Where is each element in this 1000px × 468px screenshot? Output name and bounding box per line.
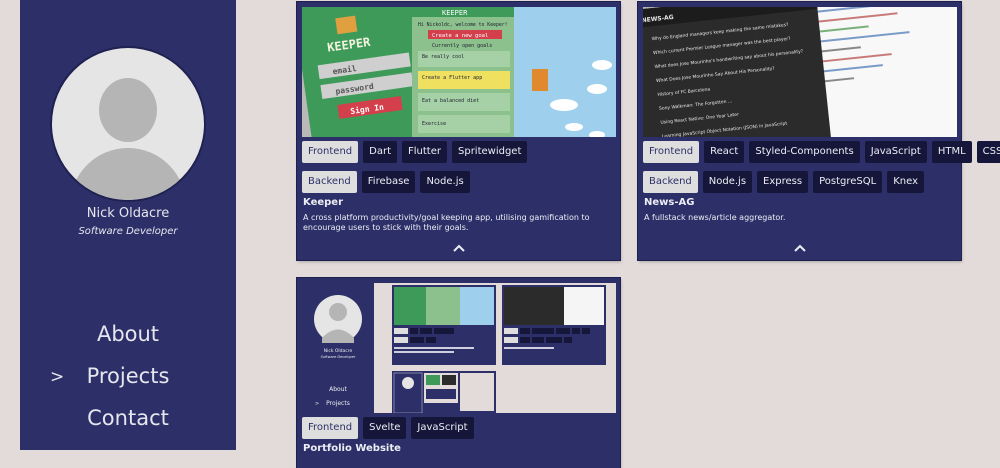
tag-javascript: JavaScript: [411, 417, 474, 439]
frontend-label: Frontend: [302, 417, 359, 439]
tag-nodejs: Node.js: [420, 171, 470, 193]
project-card-news-ag: NEWS-AG Why do England managers keep mak…: [638, 2, 1000, 260]
mini-nav-projects: Projects: [326, 400, 350, 407]
profile-name: Nick Oldacre: [86, 206, 170, 221]
keeper-create-text: Create a new goal: [432, 33, 488, 39]
news-ag-backend-tags: Backend Node.js Express PostgreSQL Knex: [643, 171, 924, 193]
keeper-frontend-tags: Frontend Dart Flutter Spritewidget: [302, 141, 528, 163]
avatar: [52, 48, 204, 200]
tag-express: Express: [757, 171, 809, 193]
portfolio-frontend-tags: Frontend Svelte JavaScript: [302, 417, 474, 439]
tag-firebase: Firebase: [361, 171, 416, 193]
nav-item-about[interactable]: About: [20, 322, 236, 346]
nav-item-contact[interactable]: Contact: [20, 406, 236, 430]
tag-react: React: [704, 141, 745, 163]
mini-nav-about: About: [329, 386, 347, 393]
project-description: A fullstack news/article aggregator.: [644, 213, 786, 222]
collapse-chevron-icon[interactable]: [638, 243, 961, 256]
keeper-backend-tags: Backend Firebase Node.js: [302, 171, 470, 193]
keeper-open-text: Currently open goals: [432, 43, 492, 49]
project-card-keeper: KEEPER email password Sign In KEEPER Hi …: [297, 2, 620, 260]
keeper-goal-2: Create a Flutter app: [422, 75, 482, 81]
news-ag-frontend-tags: Frontend React Styled-Components JavaScr…: [643, 141, 1000, 163]
nav-item-projects[interactable]: Projects: [20, 364, 236, 388]
tag-spritewidget: Spritewidget: [452, 141, 528, 163]
keeper-goal-4: Exercise: [422, 121, 446, 127]
mini-profile-name: Nick Oldacre: [324, 348, 353, 354]
backend-label: Backend: [643, 171, 698, 193]
tag-javascript: JavaScript: [864, 141, 927, 163]
frontend-label: Frontend: [302, 141, 359, 163]
collapse-chevron-icon[interactable]: [297, 243, 620, 256]
project-title: Portfolio Website: [303, 443, 401, 454]
keeper-welcome-text: Hi Nickoldc, welcome to Keeper!: [418, 22, 508, 28]
keeper-screenshot: KEEPER email password Sign In KEEPER Hi …: [302, 7, 616, 137]
mini-nav-marker: >: [315, 401, 319, 407]
keeper-goal-1: Be really cool: [422, 54, 464, 60]
project-title: Keeper: [303, 197, 344, 208]
profile-role: Software Developer: [78, 226, 178, 237]
backend-label: Backend: [302, 171, 357, 193]
project-description: A cross platform productivity/goal keepi…: [303, 213, 590, 232]
news-ag-screenshot: NEWS-AG Why do England managers keep mak…: [643, 7, 957, 137]
mini-profile-role: Software Developer: [321, 355, 356, 359]
tag-knex: Knex: [887, 171, 924, 193]
tag-nodejs: Node.js: [702, 171, 753, 193]
project-card-portfolio: Nick Oldacre Software Developer About > …: [297, 278, 620, 468]
tag-html: HTML: [931, 141, 972, 163]
frontend-label: Frontend: [643, 141, 700, 163]
avatar-body: [70, 148, 186, 200]
tag-styled-components: Styled-Components: [749, 141, 860, 163]
tag-postgresql: PostgreSQL: [813, 171, 883, 193]
tag-flutter: Flutter: [402, 141, 447, 163]
avatar-head: [99, 78, 157, 142]
tag-css: CSS: [976, 141, 1000, 163]
sidebar: Nick Oldacre Software Developer About > …: [20, 0, 236, 450]
keeper-header-text: KEEPER: [442, 9, 468, 17]
portfolio-screenshot: Nick Oldacre Software Developer About > …: [302, 283, 616, 413]
tag-svelte: Svelte: [363, 417, 407, 439]
tag-dart: Dart: [363, 141, 398, 163]
project-title: News-AG: [644, 197, 695, 208]
keeper-goal-3: Eat a balanced diet: [422, 98, 479, 104]
